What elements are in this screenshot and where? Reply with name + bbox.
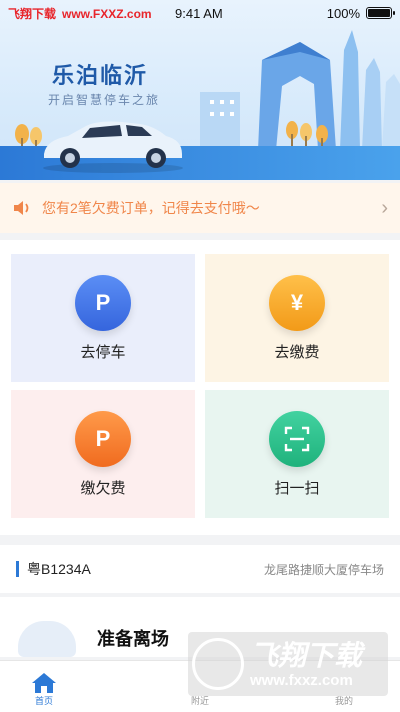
banner-subtitle: 开启智慧停车之旅 — [48, 93, 161, 107]
watermark-brand-large: 飞翔下载 — [250, 639, 363, 671]
vehicle-info-bar[interactable]: 粤B1234A 龙尾路捷顺大厦停车场 — [0, 545, 400, 593]
notice-text: 您有2笔欠费订单，记得去支付哦～ — [42, 200, 260, 216]
hero-banner: 乐泊临沂 开启智慧停车之旅 — [0, 0, 400, 180]
arrears-icon: P — [75, 410, 131, 467]
home-icon — [32, 673, 56, 693]
parking-icon: P — [75, 274, 131, 331]
status-time: 9:41 AM — [175, 5, 223, 21]
parking-status: 准备离场 — [97, 629, 169, 649]
watermark-brand: 飞翔下载 — [8, 6, 57, 21]
watermark-top: 飞翔下载 www.FXXZ.com — [8, 5, 152, 22]
speaker-icon — [14, 201, 29, 215]
car-thumbnail — [18, 621, 76, 657]
tile-label: 缴欠费 — [80, 479, 126, 497]
yen-icon: ¥ — [269, 274, 325, 331]
accent-marker — [16, 561, 19, 577]
arrears-notice[interactable]: 您有2笔欠费订单，记得去支付哦～ › — [0, 183, 400, 233]
tile-label: 扫一扫 — [274, 479, 320, 497]
car-illustration — [43, 121, 183, 173]
tile-pay-arrears[interactable]: P 缴欠费 — [11, 390, 195, 518]
scan-icon — [269, 410, 325, 467]
parking-lot-name: 龙尾路捷顺大厦停车场 — [263, 562, 384, 577]
tile-label: 去缴费 — [274, 343, 320, 361]
battery-icon — [366, 7, 395, 19]
watermark-url-large: www.fxxz.com — [250, 671, 353, 689]
tab-label: 首页 — [34, 696, 53, 706]
tile-scan[interactable]: 扫一扫 — [205, 390, 389, 518]
watermark-url: www.FXXZ.com — [62, 6, 152, 21]
chevron-right-icon: › — [381, 196, 388, 219]
watermark-overlay: 飞翔下载 www.fxxz.com — [188, 632, 388, 696]
watermark-logo — [192, 638, 244, 690]
tab-home[interactable]: 首页 — [4, 661, 84, 712]
tile-go-pay[interactable]: ¥ 去缴费 — [205, 254, 389, 382]
function-grid: P 去停车 ¥ 去缴费 P 缴欠费 扫一扫 — [0, 240, 400, 535]
tile-label: 去停车 — [80, 343, 126, 361]
status-bar: 飞翔下载 www.FXXZ.com 9:41 AM 100% — [0, 0, 400, 26]
battery-percent: 100% — [326, 5, 360, 21]
tile-go-parking[interactable]: P 去停车 — [11, 254, 195, 382]
banner-title: 乐泊临沂 — [52, 63, 149, 88]
license-plate: 粤B1234A — [27, 561, 91, 577]
